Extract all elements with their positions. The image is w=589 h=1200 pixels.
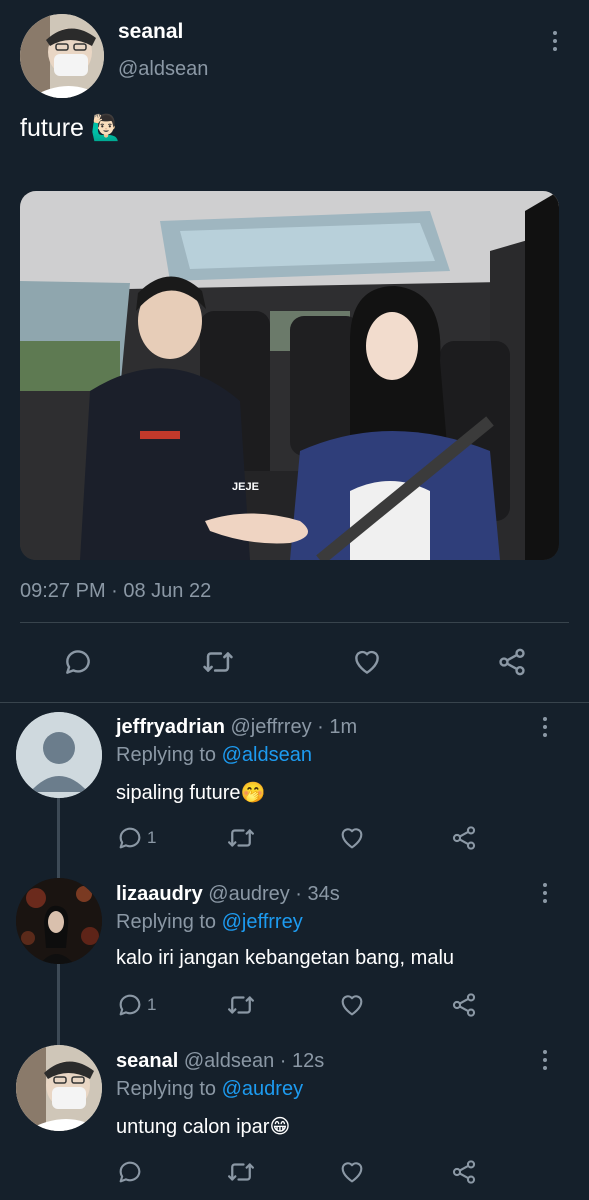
- share-icon[interactable]: [450, 990, 478, 1020]
- share-icon[interactable]: [450, 1157, 478, 1187]
- replying-to-link[interactable]: @audrey: [222, 1078, 303, 1100]
- like-icon[interactable]: [338, 991, 366, 1019]
- reply-icon[interactable]: [116, 991, 144, 1019]
- share-icon[interactable]: [450, 823, 478, 853]
- reply-icon[interactable]: [62, 646, 94, 678]
- tweet-bottom-divider: [0, 702, 589, 703]
- reply-handle-time[interactable]: @aldsean · 12s: [184, 1050, 324, 1072]
- default-avatar[interactable]: [16, 712, 102, 798]
- reply-display-name[interactable]: seanal: [116, 1050, 178, 1072]
- reply-header: seanal @aldsean · 12s: [116, 1050, 324, 1073]
- reply-handle-time[interactable]: @audrey · 34s: [208, 883, 339, 905]
- more-vertical-icon[interactable]: [534, 878, 556, 908]
- reply-text: sipaling future🤭: [116, 782, 266, 804]
- tweet-media[interactable]: JEJE: [20, 191, 559, 560]
- reply-text: untung calon ipar😁: [116, 1116, 291, 1138]
- replying-to-prefix: Replying to: [116, 744, 222, 766]
- photo-avatar[interactable]: [16, 878, 102, 964]
- author-handle[interactable]: @aldsean: [118, 58, 208, 81]
- avatar-photo: [16, 1045, 102, 1131]
- author-avatar[interactable]: [20, 14, 104, 98]
- retweet-icon[interactable]: [200, 645, 236, 679]
- replying-to-link[interactable]: @aldsean: [222, 744, 312, 766]
- more-vertical-icon[interactable]: [534, 712, 556, 742]
- replying-to-line: Replying to @aldsean: [116, 744, 312, 767]
- like-icon[interactable]: [350, 646, 384, 678]
- default-avatar-icon: [16, 712, 102, 798]
- timestamp-divider: [20, 622, 569, 623]
- reply-display-name[interactable]: lizaaudry: [116, 883, 203, 905]
- avatar-photo: [16, 878, 102, 964]
- more-vertical-icon[interactable]: [534, 1045, 556, 1075]
- share-icon[interactable]: [496, 645, 528, 679]
- replying-to-line: Replying to @audrey: [116, 1078, 303, 1101]
- image-watermark: JEJE: [232, 481, 259, 493]
- reply-handle-time[interactable]: @jeffrrey · 1m: [231, 716, 358, 738]
- more-vertical-icon[interactable]: [544, 26, 566, 56]
- like-icon[interactable]: [338, 824, 366, 852]
- tweet-timestamp[interactable]: 09:27 PM · 08 Jun 22: [20, 580, 211, 603]
- replying-to-line: Replying to @jeffrrey: [116, 911, 303, 934]
- thread-connector: [57, 964, 60, 1046]
- thread-connector: [57, 797, 60, 879]
- replying-to-link[interactable]: @jeffrrey: [222, 911, 303, 933]
- retweet-icon[interactable]: [226, 990, 256, 1020]
- reply-display-name[interactable]: jeffryadrian: [116, 716, 225, 738]
- reply-count: 1: [147, 995, 157, 1014]
- retweet-icon[interactable]: [226, 1157, 256, 1187]
- reply-count: 1: [147, 828, 157, 847]
- replying-to-prefix: Replying to: [116, 911, 222, 933]
- reply-header: jeffryadrian @jeffrrey · 1m: [116, 716, 357, 739]
- replying-to-prefix: Replying to: [116, 1078, 222, 1100]
- reply-text: kalo iri jangan kebangetan bang, malu: [116, 947, 455, 969]
- reply-header: lizaaudry @audrey · 34s: [116, 883, 340, 906]
- like-icon[interactable]: [338, 1158, 366, 1186]
- avatar-photo: [20, 14, 104, 98]
- photo-avatar[interactable]: [16, 1045, 102, 1131]
- retweet-icon[interactable]: [226, 823, 256, 853]
- reply-icon[interactable]: [116, 1158, 144, 1186]
- tweet-text: future 🙋🏻‍♂️: [20, 114, 123, 142]
- reply-icon[interactable]: [116, 824, 144, 852]
- car-interior-photo: [20, 191, 559, 560]
- author-display-name[interactable]: seanal: [118, 20, 183, 44]
